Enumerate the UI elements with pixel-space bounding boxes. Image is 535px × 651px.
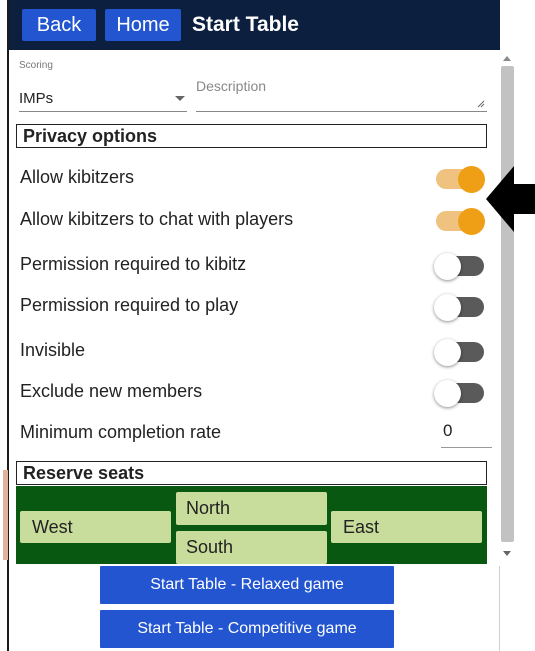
min-completion-input[interactable]: 0 — [441, 420, 492, 448]
option-label-allow-kibitzers: Allow kibitzers — [20, 167, 135, 187]
scroll-thumb[interactable] — [501, 66, 514, 542]
scoring-label: Scoring — [19, 60, 53, 71]
option-row-permission-play: Permission required to play — [20, 291, 490, 321]
scoring-select[interactable]: IMPs — [19, 84, 187, 112]
seat-south-button[interactable]: South — [176, 531, 327, 564]
start-competitive-button[interactable]: Start Table - Competitive game — [100, 610, 394, 648]
option-row-allow-kibitzers: Allow kibitzers — [20, 163, 490, 193]
resize-handle-icon[interactable] — [477, 100, 485, 108]
option-label-allow-kibitzers-chat: Allow kibitzers to chat with players — [20, 209, 294, 229]
arrow-left-icon — [486, 166, 535, 232]
chevron-down-icon — [175, 96, 185, 101]
left-edge-fragment — [3, 470, 8, 560]
scoring-selected-value: IMPs — [19, 90, 54, 107]
description-placeholder: Description — [196, 78, 267, 94]
min-completion-label: Minimum completion rate — [20, 422, 222, 442]
reserve-seats-heading: Reserve seats — [16, 461, 487, 485]
seat-table: West North East South — [16, 486, 487, 564]
page-title: Start Table — [192, 13, 299, 36]
header-bar: Back Home Start Table — [9, 0, 500, 50]
toggle-invisible[interactable] — [434, 339, 484, 366]
toggle-knob — [434, 253, 461, 280]
toggle-knob — [458, 166, 485, 193]
option-row-permission-kibitz: Permission required to kibitz — [20, 250, 490, 280]
seat-north-button[interactable]: North — [176, 492, 327, 525]
seat-east-button[interactable]: East — [331, 511, 482, 543]
toggle-knob — [458, 208, 485, 235]
toggle-allow-kibitzers[interactable] — [436, 166, 485, 193]
seat-west-button[interactable]: West — [20, 511, 171, 543]
toggle-allow-kibitzers-chat[interactable] — [436, 208, 485, 235]
back-button[interactable]: Back — [22, 9, 96, 41]
toggle-exclude-new-members[interactable] — [434, 380, 484, 407]
toggle-permission-kibitz[interactable] — [434, 253, 484, 280]
toggle-permission-play[interactable] — [434, 294, 484, 321]
option-label-permission-play: Permission required to play — [20, 295, 239, 315]
vertical-scrollbar[interactable] — [499, 50, 516, 566]
start-relaxed-button[interactable]: Start Table - Relaxed game — [100, 566, 394, 604]
option-label-invisible: Invisible — [20, 340, 86, 360]
option-label-exclude-new-members: Exclude new members — [20, 381, 203, 401]
scroll-down-icon[interactable] — [503, 551, 511, 556]
left-edge-strip — [0, 0, 9, 651]
toggle-knob — [434, 294, 461, 321]
toggle-knob — [434, 339, 461, 366]
toggle-knob — [434, 380, 461, 407]
description-field[interactable]: Description — [196, 76, 487, 112]
option-row-exclude-new-members: Exclude new members — [20, 377, 490, 407]
home-button[interactable]: Home — [105, 9, 181, 41]
scroll-up-icon[interactable] — [503, 56, 511, 61]
option-label-permission-kibitz: Permission required to kibitz — [20, 254, 247, 274]
option-row-allow-kibitzers-chat: Allow kibitzers to chat with players — [20, 205, 490, 235]
option-row-invisible: Invisible — [20, 336, 490, 366]
privacy-options-heading: Privacy options — [16, 124, 487, 148]
